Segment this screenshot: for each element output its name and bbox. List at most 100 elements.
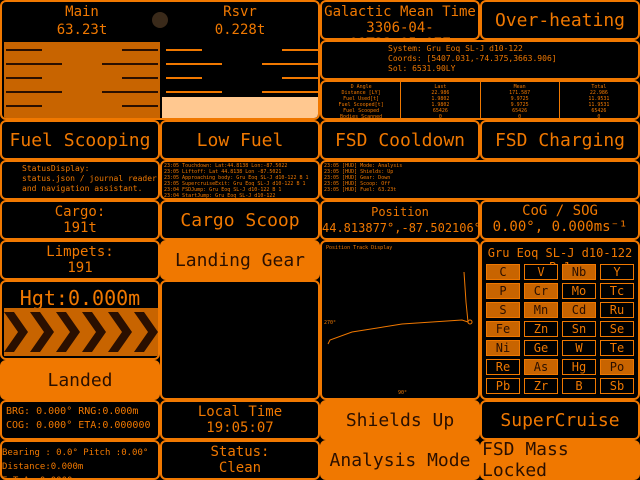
fuel-reserve-label: Rsvr bbox=[223, 4, 257, 20]
material-zr[interactable]: Zr bbox=[524, 378, 558, 394]
status-value: Clean bbox=[218, 460, 262, 476]
fsd-mass-locked-button[interactable]: FSD Mass Locked bbox=[480, 440, 640, 480]
nav-readout: BRG: 0.000° RNG:0.000m COG: 0.000° ETA:0… bbox=[0, 400, 160, 440]
material-sb[interactable]: Sb bbox=[600, 378, 634, 394]
fuel-reserve-value: 0.228t bbox=[214, 22, 266, 38]
material-cr[interactable]: Cr bbox=[524, 283, 558, 299]
scan-table-grid: D Angle Distance [LY] Fuel Used[t] Fuel Sco… bbox=[322, 82, 638, 118]
material-w[interactable]: W bbox=[562, 340, 596, 356]
material-te[interactable]: Te bbox=[600, 340, 634, 356]
height-panel: Hgt:0.000m bbox=[0, 280, 160, 360]
nav-detail-line2: Distance:0.000m E.T.A.:0.0000 bbox=[2, 462, 84, 478]
cog-sog-value: 0.00°, 0.000ms⁻¹ bbox=[492, 219, 628, 235]
gmt-clock: Galactic Mean Time 3306-04-01T23:05:07Z bbox=[320, 0, 480, 40]
material-pb[interactable]: Pb bbox=[486, 378, 520, 394]
analysis-mode-button[interactable]: Analysis Mode bbox=[320, 440, 480, 480]
material-ni[interactable]: Ni bbox=[486, 340, 520, 356]
limpets-label: Limpets: bbox=[46, 244, 114, 260]
local-time-label: Local Time bbox=[197, 404, 283, 420]
material-sn[interactable]: Sn bbox=[562, 321, 596, 337]
material-mn[interactable]: Mn bbox=[524, 302, 558, 318]
scan-table-column: Total 22.986 11.9531 11.9531 65426 0 bbox=[560, 82, 638, 118]
landed-button[interactable]: Landed bbox=[0, 360, 160, 400]
material-b[interactable]: B bbox=[562, 378, 596, 394]
fuel-main-value: 63.23t bbox=[56, 22, 108, 38]
body-materials-panel: Gru Eoq SL-J d10-122 B 1 C V Nb Y P Cr Mo Tc S Mn… bbox=[480, 240, 640, 400]
supercruise-button[interactable]: SuperCruise bbox=[480, 400, 640, 440]
status-display-line1: StatusDisplay: bbox=[22, 164, 90, 173]
position-value: 44.813877°,-87.502106° bbox=[322, 221, 480, 235]
cog-sog-label: CoG / SOG bbox=[522, 203, 598, 219]
position-track-map: Position Track Display 270° 90° bbox=[320, 240, 480, 400]
nav-detail-line1: Bearing : 0.0° Pitch :0.00° bbox=[2, 448, 149, 458]
fsd-cooldown-button[interactable]: FSD Cooldown bbox=[320, 120, 480, 160]
local-time-value: 19:05:07 bbox=[206, 420, 274, 436]
material-v[interactable]: V bbox=[524, 264, 558, 280]
material-se[interactable]: Se bbox=[600, 321, 634, 337]
position-panel: Position 44.813877°,-87.502106° bbox=[320, 200, 480, 240]
status-panel: Status: Clean bbox=[160, 440, 320, 480]
radar-panel bbox=[160, 280, 320, 400]
system-name: System: Gru Eoq SL-J d10-122 bbox=[388, 44, 523, 53]
hud-log: 23:05 [HUD] Mode: Analysis 23:05 [HUD] Sh… bbox=[320, 160, 640, 200]
scan-table-column: Last 22.986 1.9802 1.9802 65426 0 bbox=[401, 82, 481, 118]
hud-log-line: 23:05 [HUD] Fuel: 63.23t bbox=[324, 187, 397, 193]
cargo-scoop-button[interactable]: Cargo Scoop bbox=[160, 200, 320, 240]
system-sol: Sol: 6531.90LY bbox=[388, 64, 456, 73]
material-hg[interactable]: Hg bbox=[562, 359, 596, 375]
status-display-line3: and navigation assistant. bbox=[22, 184, 143, 193]
material-mo[interactable]: Mo bbox=[562, 283, 596, 299]
material-ru[interactable]: Ru bbox=[600, 302, 634, 318]
altitude-chevrons bbox=[4, 308, 158, 356]
material-re[interactable]: Re bbox=[486, 359, 520, 375]
material-ge[interactable]: Ge bbox=[524, 340, 558, 356]
material-tc[interactable]: Tc bbox=[600, 283, 634, 299]
overheating-button[interactable]: Over-heating bbox=[480, 0, 640, 40]
fsd-charging-button[interactable]: FSD Charging bbox=[480, 120, 640, 160]
fuel-scale-lines bbox=[6, 49, 318, 107]
fuel-panel: Main 63.23t Rsvr 0.228t bbox=[0, 0, 320, 120]
material-s[interactable]: S bbox=[486, 302, 520, 318]
cargo-panel: Cargo: 191t bbox=[0, 200, 160, 240]
material-as[interactable]: As bbox=[524, 359, 558, 375]
limpets-value: 191 bbox=[67, 260, 93, 276]
shields-up-button[interactable]: Shields Up bbox=[320, 400, 480, 440]
journal-log: 23:05 Touchdown: Lat:44.8138 Lon:-87.502… bbox=[160, 160, 320, 200]
material-c[interactable]: C bbox=[486, 264, 520, 280]
nav-line1: BRG: 0.000° RNG:0.000m bbox=[6, 406, 139, 417]
cargo-value: 191t bbox=[63, 220, 97, 236]
track-line bbox=[327, 271, 473, 345]
gmt-value: 3306-04-01T23:05:07Z bbox=[349, 20, 450, 38]
fuel-main-label: Main bbox=[65, 4, 99, 20]
material-nb[interactable]: Nb bbox=[562, 264, 596, 280]
nav-detail-readout: Bearing : 0.0° Pitch :0.00° Distance:0.0… bbox=[0, 440, 160, 480]
cog-sog-panel: CoG / SOG 0.00°, 0.000ms⁻¹ bbox=[480, 200, 640, 240]
status-label: Status: bbox=[210, 444, 270, 460]
fuel-indicator-icon bbox=[152, 12, 168, 28]
nav-line2: COG: 0.000° ETA:0.000000 bbox=[6, 420, 151, 431]
height-value: Hgt:0.000m bbox=[19, 286, 141, 310]
landing-gear-button[interactable]: Landing Gear bbox=[160, 240, 320, 280]
status-display-info: StatusDisplay: status.json / journal rea… bbox=[0, 160, 160, 200]
cargo-label: Cargo: bbox=[54, 204, 106, 220]
material-zn[interactable]: Zn bbox=[524, 321, 558, 337]
material-cd[interactable]: Cd bbox=[562, 302, 596, 318]
scan-table-column: Mean 171.587 9.9725 9.9725 65426 0 bbox=[481, 82, 560, 118]
journal-log-line: 23:04 StartJump: Gru Eoq SL-J d10-122 bbox=[164, 193, 276, 199]
fuel-scooping-button[interactable]: Fuel Scooping bbox=[0, 120, 160, 160]
material-po[interactable]: Po bbox=[600, 359, 634, 375]
system-info: System: Gru Eoq SL-J d10-122 Coords: [54… bbox=[320, 40, 640, 80]
scan-table: D Angle Distance [LY] Fuel Used[t] Fuel Sco… bbox=[320, 80, 640, 120]
material-fe[interactable]: Fe bbox=[486, 321, 520, 337]
material-y[interactable]: Y bbox=[600, 264, 634, 280]
low-fuel-button[interactable]: Low Fuel bbox=[160, 120, 320, 160]
scan-table-column: D Angle Distance [LY] Fuel Used[t] Fuel Sco… bbox=[322, 82, 402, 118]
system-coords: Coords: [5407.031,-74.375,3663.906] bbox=[388, 54, 557, 63]
materials-grid: C V Nb Y P Cr Mo Tc S Mn Cd Ru Fe Zn Sn Se Ni Ge W Te Re As Hg… bbox=[486, 264, 638, 398]
gmt-label: Galactic Mean Time bbox=[324, 4, 476, 20]
status-display-line2: status.json / journal reader bbox=[22, 174, 157, 183]
material-p[interactable]: P bbox=[486, 283, 520, 299]
position-label: Position bbox=[371, 205, 429, 219]
local-time-panel: Local Time 19:05:07 bbox=[160, 400, 320, 440]
limpets-panel: Limpets: 191 bbox=[0, 240, 160, 280]
